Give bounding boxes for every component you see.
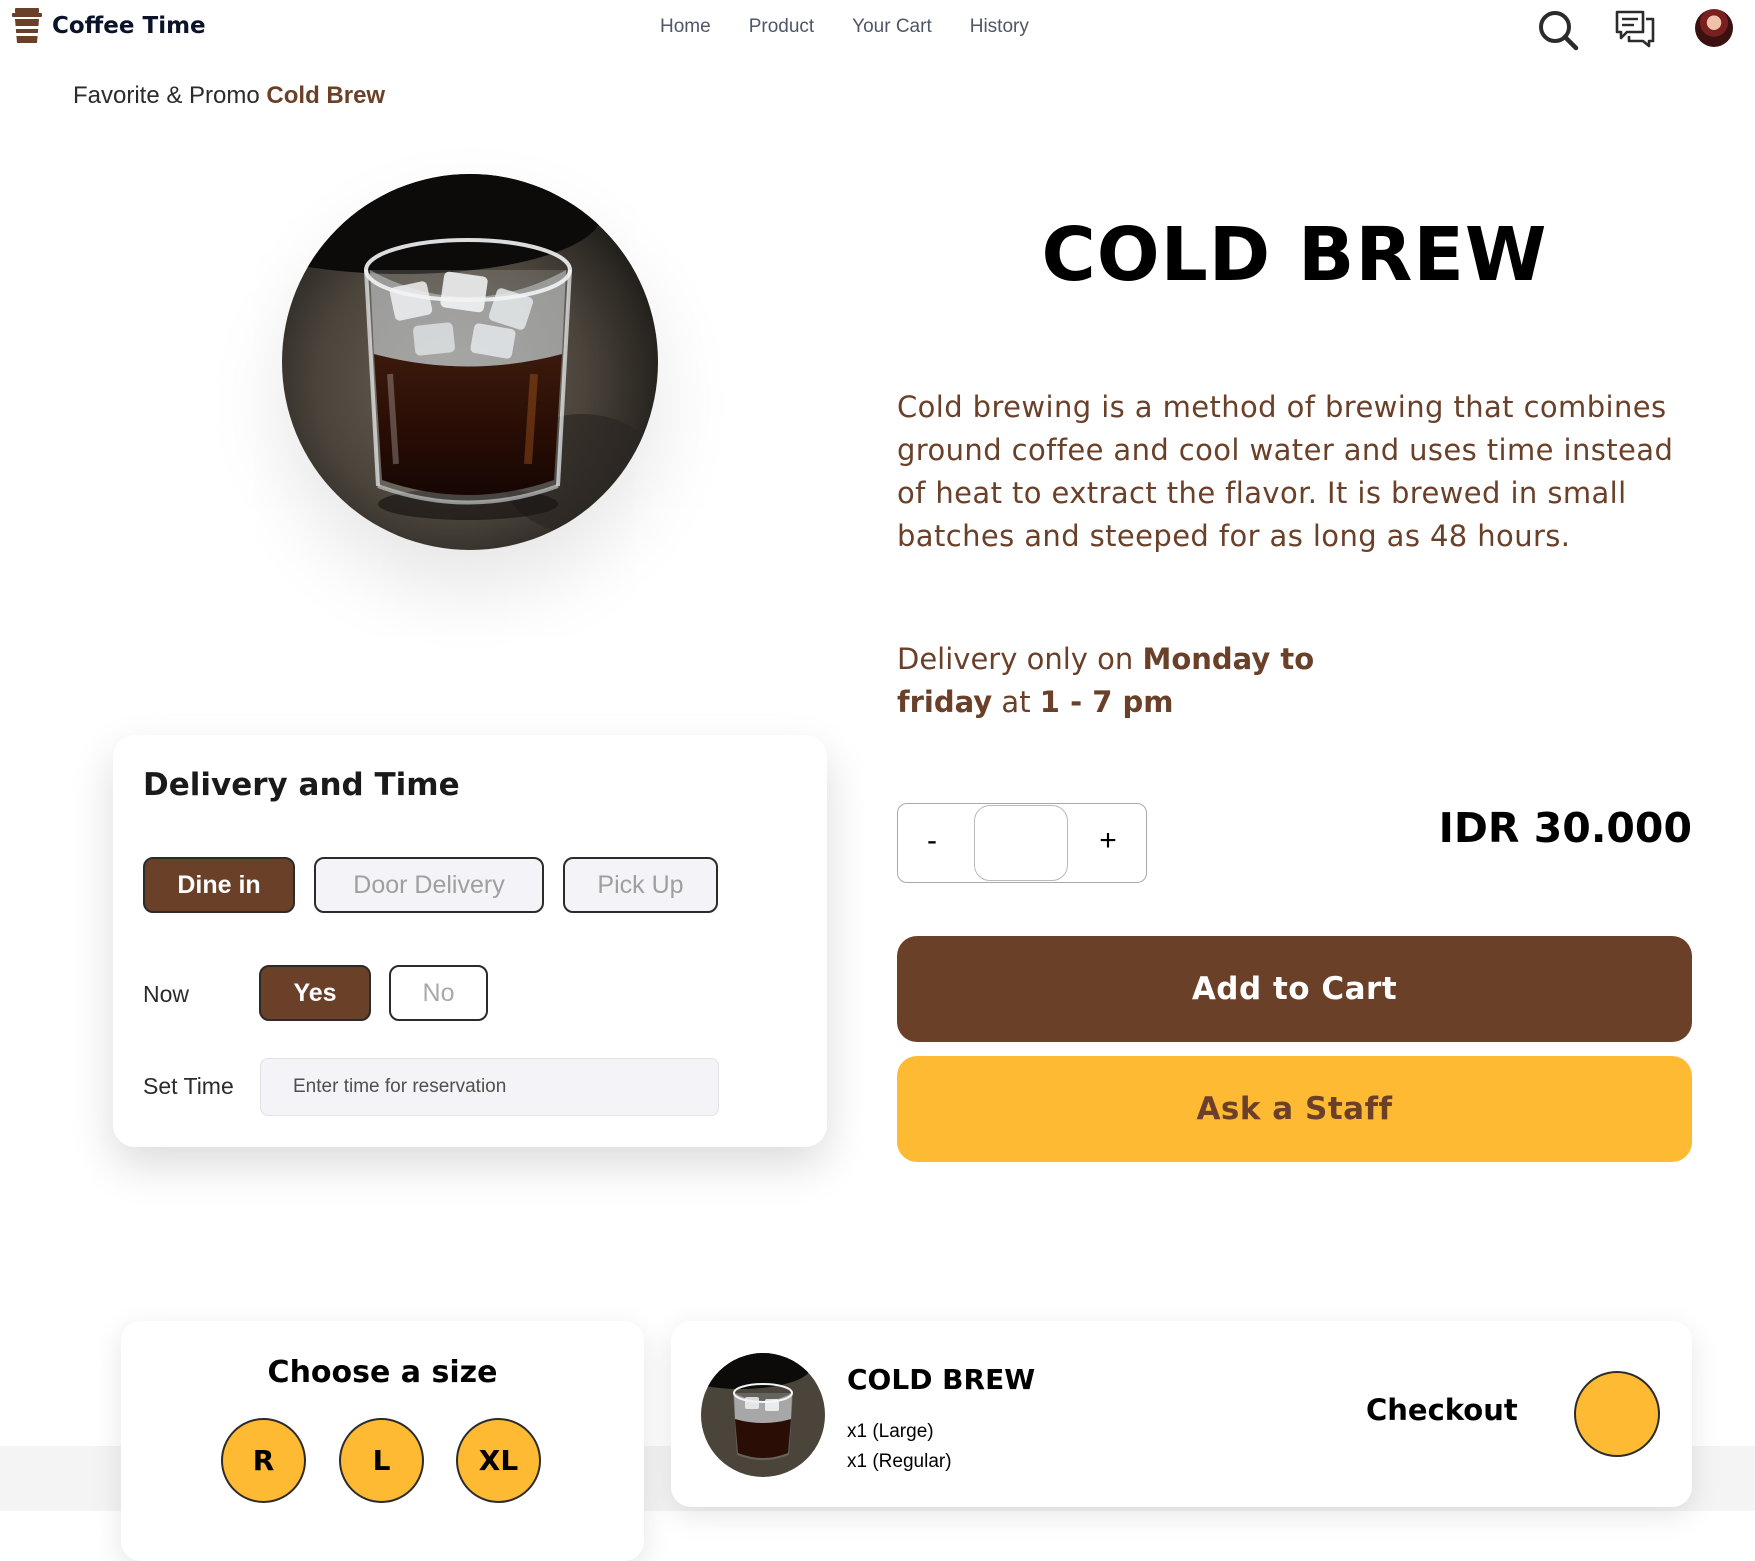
delivery-card-title: Delivery and Time	[143, 767, 460, 803]
checkout-product-name: COLD BREW	[847, 1363, 1036, 1396]
now-label: Now	[143, 981, 190, 1007]
delivery-time-card: Delivery and Time Dine in Door Delivery …	[113, 735, 827, 1147]
checkout-label[interactable]: Checkout	[1366, 1393, 1518, 1427]
breadcrumb-parent[interactable]: Favorite & Promo	[73, 82, 260, 109]
checkout-card: COLD BREW x1 (Large) x1 (Regular) Checko…	[671, 1321, 1692, 1507]
size-r-button[interactable]: R	[221, 1418, 306, 1503]
checkout-product-thumbnail	[701, 1353, 825, 1477]
cold-brew-glass-illustration	[282, 174, 658, 550]
nav-history[interactable]: History	[970, 16, 1029, 38]
ask-staff-button[interactable]: Ask a Staff	[897, 1056, 1692, 1162]
size-l-button[interactable]: L	[339, 1418, 424, 1503]
size-xl-button[interactable]: XL	[456, 1418, 541, 1503]
dine-in-button[interactable]: Dine in	[143, 857, 295, 913]
delivery-note-time: 1 - 7 pm	[1039, 685, 1174, 719]
now-yes-button[interactable]: Yes	[259, 965, 371, 1021]
size-card: Choose a size R L XL	[121, 1321, 644, 1561]
avatar[interactable]	[1695, 9, 1733, 47]
product-title: COLD BREW	[1041, 212, 1548, 298]
delivery-note-prefix: Delivery only on	[897, 642, 1134, 676]
checkout-line-item: x1 (Regular)	[847, 1451, 952, 1472]
pick-up-button[interactable]: Pick Up	[563, 857, 718, 913]
delivery-note-at: at	[1001, 685, 1031, 719]
checkout-line-item: x1 (Large)	[847, 1421, 934, 1442]
breadcrumb-current: Cold Brew	[266, 82, 386, 109]
search-icon[interactable]	[1537, 9, 1579, 51]
door-delivery-button[interactable]: Door Delivery	[314, 857, 544, 913]
checkout-button[interactable]	[1574, 1371, 1660, 1457]
quantity-input[interactable]	[974, 805, 1068, 881]
add-to-cart-button[interactable]: Add to Cart	[897, 936, 1692, 1042]
nav-your-cart[interactable]: Your Cart	[852, 16, 932, 38]
coffee-cup-icon	[12, 8, 42, 43]
product-description: Cold brewing is a method of brewing that…	[897, 390, 1674, 553]
cold-brew-thumbnail-illustration	[701, 1353, 825, 1477]
quantity-stepper: - +	[897, 803, 1147, 883]
quantity-minus-button[interactable]: -	[912, 824, 952, 858]
brand-name: Coffee Time	[52, 13, 206, 39]
nav-home[interactable]: Home	[660, 16, 711, 38]
chat-icon[interactable]	[1615, 10, 1655, 48]
set-time-input[interactable]	[260, 1058, 719, 1116]
logo[interactable]: Coffee Time	[12, 8, 206, 44]
quantity-plus-button[interactable]: +	[1088, 824, 1128, 858]
breadcrumb: Favorite & Promo Cold Brew	[73, 82, 385, 110]
nav-product[interactable]: Product	[749, 16, 814, 38]
set-time-label: Set Time	[143, 1073, 234, 1099]
main-nav: Home Product Your Cart History	[660, 16, 1029, 38]
product-image	[282, 174, 658, 550]
delivery-note: Delivery only on Monday to friday at 1 -…	[897, 638, 1377, 724]
product-price: IDR 30.000	[1438, 804, 1692, 852]
now-no-button[interactable]: No	[389, 965, 488, 1021]
size-card-title: Choose a size	[267, 1355, 498, 1390]
